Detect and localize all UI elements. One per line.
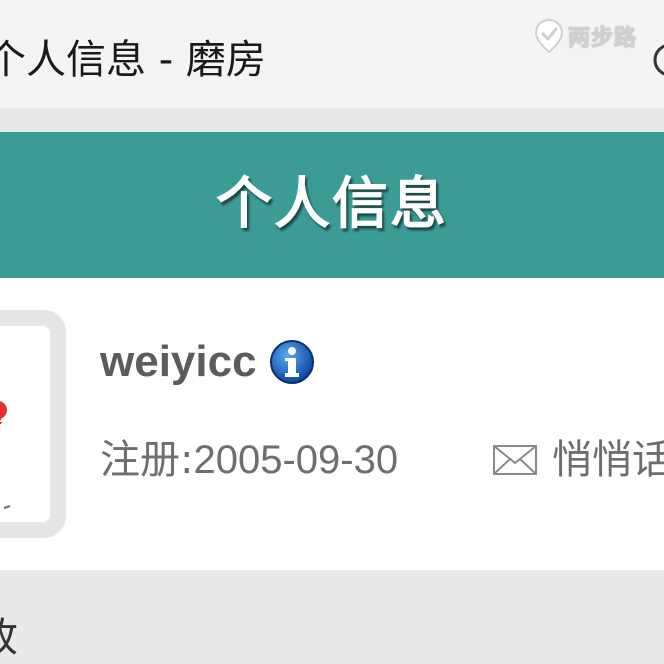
username[interactable]: weiyicc [100,334,257,390]
avatar[interactable] [0,326,50,522]
section-header: 个人信息 [0,132,664,278]
register-label: 注册: [100,437,194,483]
username-row: weiyicc [100,334,315,390]
page-title: 个人信息 - 磨房 [0,37,266,83]
header-title: 个人信息 [216,172,448,237]
register-info: 注册:2005-09-30 [100,432,398,488]
circle-icon[interactable] [650,40,664,80]
mail-icon [493,445,537,475]
private-message-link[interactable]: 悄悄话 [492,432,664,488]
map-pin-icon [534,18,564,54]
profile-card: weiyicc 注册:2005-09-30 悄悄话 [0,278,664,570]
page: 个人信息 - 磨房 两步路 个人信息 weiyicc 注册:2005-09-30… [0,0,664,664]
private-message-label: 悄悄话 [552,437,664,483]
watermark: 两步路 [534,16,637,56]
register-date: 2005-09-30 [193,438,399,482]
avatar-image [0,326,50,522]
watermark-text: 两步路 [567,26,638,52]
info-icon[interactable] [269,339,315,385]
bottom-section: 收 [0,570,664,664]
bottom-section-label: 收 [0,610,18,664]
browser-title-bar: 个人信息 - 磨房 两步路 [0,0,664,108]
